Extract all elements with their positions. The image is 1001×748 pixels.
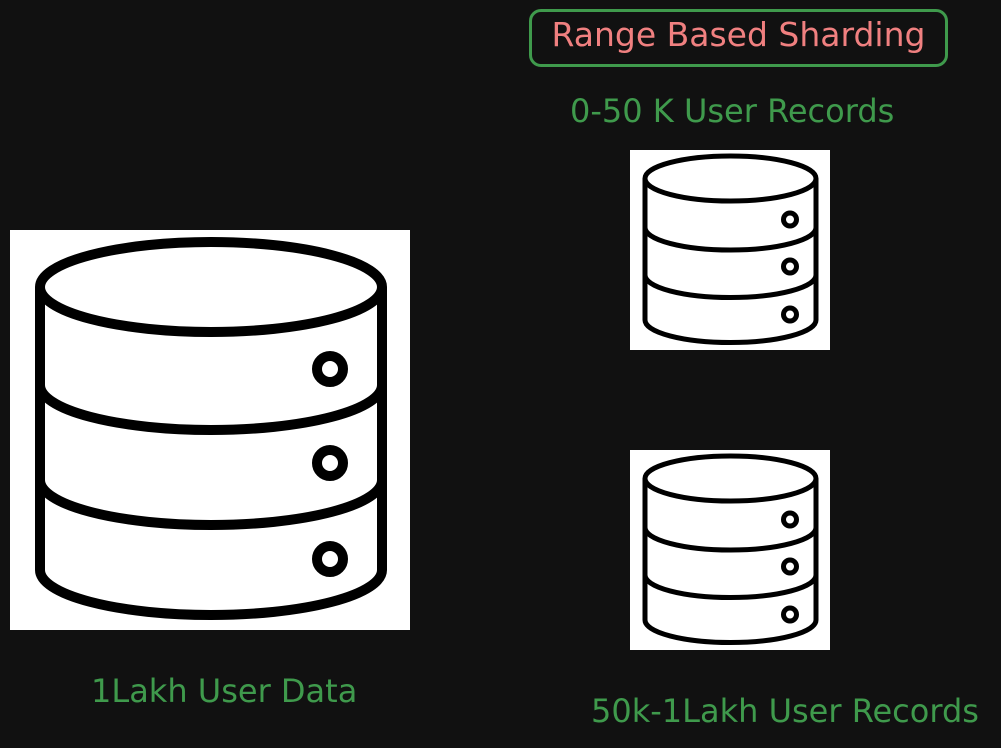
- diagram-title: Range Based Sharding: [551, 14, 926, 54]
- shard-1-database-icon: [630, 150, 830, 350]
- main-db-label: 1Lakh User Data: [91, 672, 358, 710]
- database-icon: [642, 453, 819, 645]
- main-database-icon: [10, 230, 410, 630]
- database-icon: [35, 237, 387, 620]
- title-box: Range Based Sharding: [529, 9, 948, 67]
- database-icon: [642, 153, 819, 345]
- shard-1-label: 0-50 K User Records: [570, 92, 895, 130]
- shard-2-database-icon: [630, 450, 830, 650]
- shard-2-label: 50k-1Lakh User Records: [591, 692, 979, 730]
